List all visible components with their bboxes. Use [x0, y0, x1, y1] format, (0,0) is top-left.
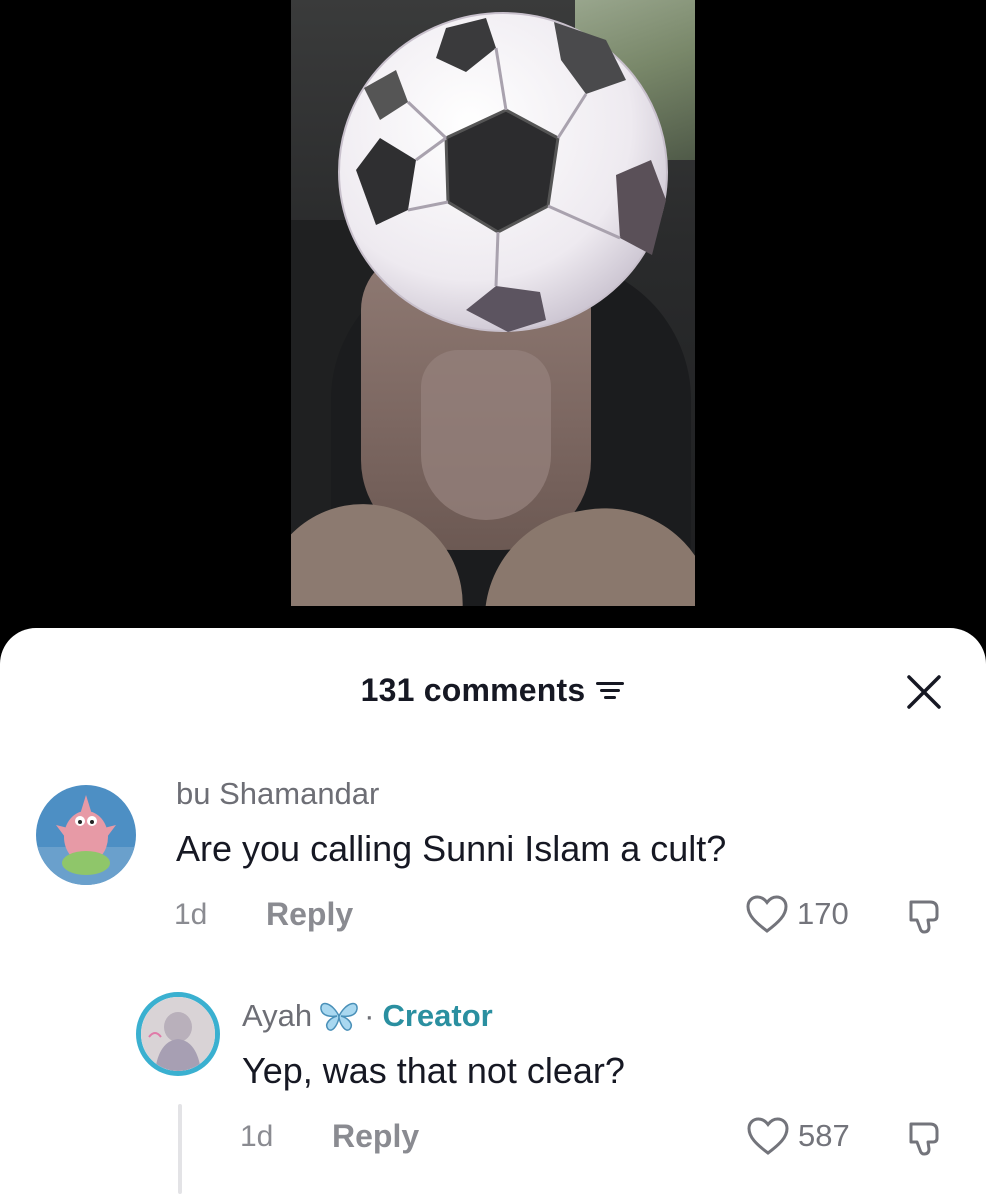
separator-dot: · — [364, 998, 375, 1033]
comment-text: Are you calling Sunni Islam a cult? — [176, 828, 727, 869]
creator-badge: Creator — [382, 998, 493, 1033]
thread-line — [178, 1104, 182, 1194]
reply-button[interactable]: Reply — [332, 1118, 419, 1155]
comments-sheet: 131 comments bu Shamandar Are you callin… — [0, 628, 986, 1200]
like-count: 587 — [798, 1118, 850, 1153]
soccer-ball-emoji — [338, 12, 668, 332]
dislike-icon[interactable] — [904, 1118, 944, 1158]
creator-avatar[interactable] — [136, 992, 220, 1076]
avatar[interactable] — [36, 785, 136, 885]
creator-avatar-image — [141, 997, 215, 1071]
close-icon[interactable] — [906, 674, 942, 710]
creator-username[interactable]: Ayah — [242, 998, 312, 1034]
butterfly-icon — [320, 1002, 358, 1031]
starfish-avatar-image — [36, 785, 136, 885]
dislike-icon[interactable] — [904, 896, 944, 936]
comments-header: 131 comments — [0, 668, 986, 712]
sort-icon[interactable] — [595, 677, 625, 708]
like-count: 170 — [797, 896, 849, 931]
heart-icon — [746, 895, 788, 933]
like-button[interactable]: 170 — [745, 894, 849, 934]
reply-time: 1d — [240, 1120, 274, 1153]
comment-count: 131 comments — [360, 671, 586, 708]
hijab-fold — [421, 350, 551, 520]
reply-button[interactable]: Reply — [266, 896, 353, 933]
reply-text: Yep, was that not clear? — [242, 1050, 625, 1091]
like-button[interactable]: 587 — [746, 1116, 850, 1156]
heart-icon — [747, 1117, 789, 1155]
comment-username[interactable]: bu Shamandar — [176, 776, 379, 812]
comment-time: 1d — [174, 898, 208, 931]
creator-username-row: Ayah · Creator — [242, 998, 493, 1034]
